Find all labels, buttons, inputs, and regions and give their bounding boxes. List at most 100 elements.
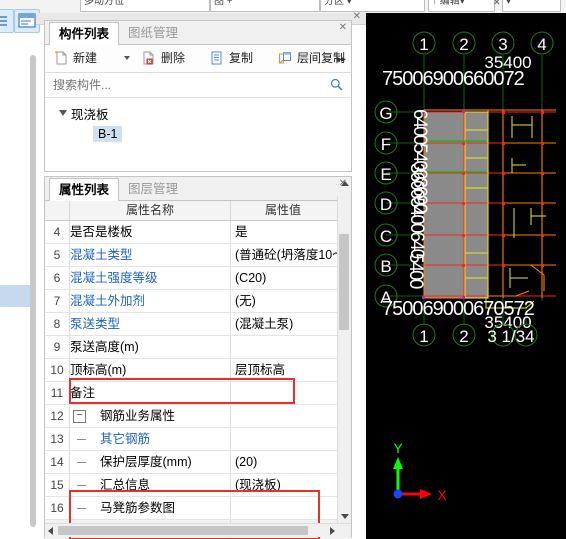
cad-top-dim-string: 75006900660072 xyxy=(382,68,525,90)
ribbon-fragment-5-label: ▾ xyxy=(506,0,512,7)
new-component-button[interactable]: 新建 xyxy=(53,49,97,68)
property-value-cell[interactable] xyxy=(230,336,350,358)
tree-group-cast-in-place-slab[interactable]: 现浇板 xyxy=(71,104,109,123)
row-index: 11 xyxy=(45,382,70,404)
property-value-cell[interactable]: (混凝土泵) xyxy=(230,313,350,335)
left-panel-scrollbar[interactable] xyxy=(30,55,36,527)
ribbon-fragment-5[interactable]: ▾ xyxy=(502,0,561,12)
tree-group-label: 现浇板 xyxy=(71,108,109,122)
table-row[interactable]: 5 混凝土类型 (普通砼(坍落度10～ xyxy=(45,244,351,267)
property-value-cell[interactable] xyxy=(230,428,350,450)
scroll-up-arrow-icon[interactable] xyxy=(341,181,349,186)
tab-layer-management[interactable]: 图层管理 xyxy=(119,179,187,200)
axis-label-left-b: B xyxy=(380,257,391,276)
table-row[interactable]: 4 是否是楼板 是 xyxy=(45,221,351,244)
search-input[interactable] xyxy=(51,77,325,93)
ribbon-fragment-4[interactable]: ↑ 编辑▾ xyxy=(428,0,495,12)
panel-close-icon[interactable]: ✕ xyxy=(353,11,361,22)
component-panel-close-icon[interactable]: ✕ xyxy=(339,22,347,33)
property-panel-tabs: 属性列表 图层管理 ✕ xyxy=(45,177,351,202)
property-value-cell[interactable]: (20) xyxy=(230,451,350,473)
cad-viewport[interactable]: 1 2 3 4 35400 75006900660072 G F E D C B… xyxy=(366,13,566,539)
table-row[interactable]: 15 汇总信息 (现浇板) xyxy=(45,474,351,497)
layer-copy-button[interactable]: 层间复制 xyxy=(277,49,345,68)
horizontal-scroll-thumb[interactable] xyxy=(58,526,308,535)
row-index: 9 xyxy=(45,336,70,358)
property-value-cell[interactable]: (普通砼(坍落度10～ xyxy=(230,244,350,266)
property-value-cell[interactable]: 是 xyxy=(230,221,350,243)
ribbon-fragment-2[interactable]: 图 + xyxy=(210,0,320,12)
ucs-y-label: Y xyxy=(393,440,403,456)
property-value-cell[interactable]: (现浇板) xyxy=(230,474,350,496)
axis-label-left-e: E xyxy=(380,165,391,184)
tab-component-list[interactable]: 构件列表 xyxy=(49,22,120,46)
table-row[interactable]: 11 备注 xyxy=(45,382,351,405)
axis-label-top-2: 2 xyxy=(459,35,468,54)
property-name-cell: 是否是楼板 xyxy=(70,225,133,239)
tab-drawing-management[interactable]: 图纸管理 xyxy=(119,23,187,44)
property-name-cell: 混凝土强度等级 xyxy=(70,271,158,285)
property-value-cell[interactable]: 层顶标高 xyxy=(230,359,350,381)
toolbar-overflow-icon[interactable]: ▸▸ xyxy=(337,54,346,65)
property-horizontal-scrollbar[interactable] xyxy=(45,523,351,537)
search-icon[interactable] xyxy=(330,78,343,94)
property-vertical-scrollbar[interactable] xyxy=(337,181,351,523)
left-toolbar-button-list[interactable] xyxy=(0,9,14,33)
copy-component-button[interactable]: 复制 xyxy=(209,49,253,68)
property-value-cell[interactable] xyxy=(230,405,350,427)
axis-label-left-d: D xyxy=(380,195,392,214)
left-toolbar xyxy=(0,9,40,539)
property-name-cell: 马凳筋参数图 xyxy=(100,501,176,515)
tree-expander-icon[interactable] xyxy=(59,110,67,116)
ribbon-fragment-3[interactable]: 分区 ▾ xyxy=(320,0,425,12)
ribbon-fragment-2-label: 图 + xyxy=(214,0,233,7)
header-index xyxy=(45,201,70,220)
row-index: 12 xyxy=(45,405,70,427)
table-row[interactable]: 8 泵送类型 (混凝土泵) xyxy=(45,313,351,336)
property-value-cell[interactable] xyxy=(230,382,350,404)
table-row[interactable]: 6 混凝土强度等级 (C20) xyxy=(45,267,351,290)
row-index: 7 xyxy=(45,290,70,312)
svg-text:5400: 5400 xyxy=(405,253,426,289)
property-name-cell: 混凝土外加剂 xyxy=(70,294,146,308)
property-name-cell: 保护层厚度(mm) xyxy=(100,455,192,469)
axis-label-left-f: F xyxy=(381,135,391,154)
table-row[interactable]: 14 保护层厚度(mm) (20) xyxy=(45,451,351,474)
delete-component-button[interactable]: 删除 xyxy=(141,49,185,68)
row-index: 10 xyxy=(45,359,70,381)
property-value-cell[interactable] xyxy=(230,497,350,519)
table-row[interactable]: 12− 钢筋业务属性 xyxy=(45,405,351,428)
tab-property-list[interactable]: 属性列表 xyxy=(49,178,120,202)
component-tree: 现浇板 B-1 xyxy=(45,98,351,170)
table-row[interactable]: 16 马凳筋参数图 xyxy=(45,497,351,520)
tab-drawing-management-label: 图纸管理 xyxy=(128,26,179,40)
property-name-cell: 其它钢筋 xyxy=(100,432,151,446)
vertical-scroll-thumb[interactable] xyxy=(339,234,349,330)
ribbon-strip: 多动方位 图 + 分区 ▾ ↑ 编辑▾ ▾ ✕ xyxy=(0,0,566,14)
new-component-caret-icon[interactable] xyxy=(124,56,130,60)
scroll-down-arrow-icon[interactable] xyxy=(341,514,349,519)
axis-label-left-c: C xyxy=(380,227,392,246)
table-row[interactable]: 13 其它钢筋 xyxy=(45,428,351,451)
property-value-cell[interactable]: (无) xyxy=(230,290,350,312)
property-value-cell[interactable]: (C20) xyxy=(230,267,350,289)
table-row[interactable]: 7 混凝土外加剂 (无) xyxy=(45,290,351,313)
table-row[interactable]: 10 顶标高(m) 层顶标高 xyxy=(45,359,351,382)
component-panel-tabs: 构件列表 图纸管理 ✕ xyxy=(45,21,351,46)
property-table: 属性名称 属性值 4 是否是楼板是 5 混凝土类型 (普通砼(坍落度10～ 6 混凝土强度等… xyxy=(45,201,351,539)
ribbon-fragment-1-label: 多动方位 xyxy=(84,0,124,7)
list-icon xyxy=(0,16,7,26)
table-row[interactable]: 9 泵送高度(m) xyxy=(45,336,351,359)
scroll-left-arrow-icon[interactable] xyxy=(48,527,53,535)
property-name-cell: 备注 xyxy=(70,386,96,400)
scroll-right-arrow-icon[interactable] xyxy=(330,527,335,535)
row-index: 16 xyxy=(45,497,70,519)
axis-label-bottom-2: 2 xyxy=(459,327,468,346)
property-name-cell: 汇总信息 xyxy=(100,478,151,492)
row-index: 8 xyxy=(45,313,70,335)
delete-component-label: 删除 xyxy=(161,51,186,65)
row-index: 5 xyxy=(45,244,70,266)
left-toolbar-selected-item[interactable] xyxy=(0,285,30,307)
ribbon-fragment-1[interactable]: 多动方位 xyxy=(80,0,210,12)
tree-item-b-1[interactable]: B-1 xyxy=(93,126,123,142)
